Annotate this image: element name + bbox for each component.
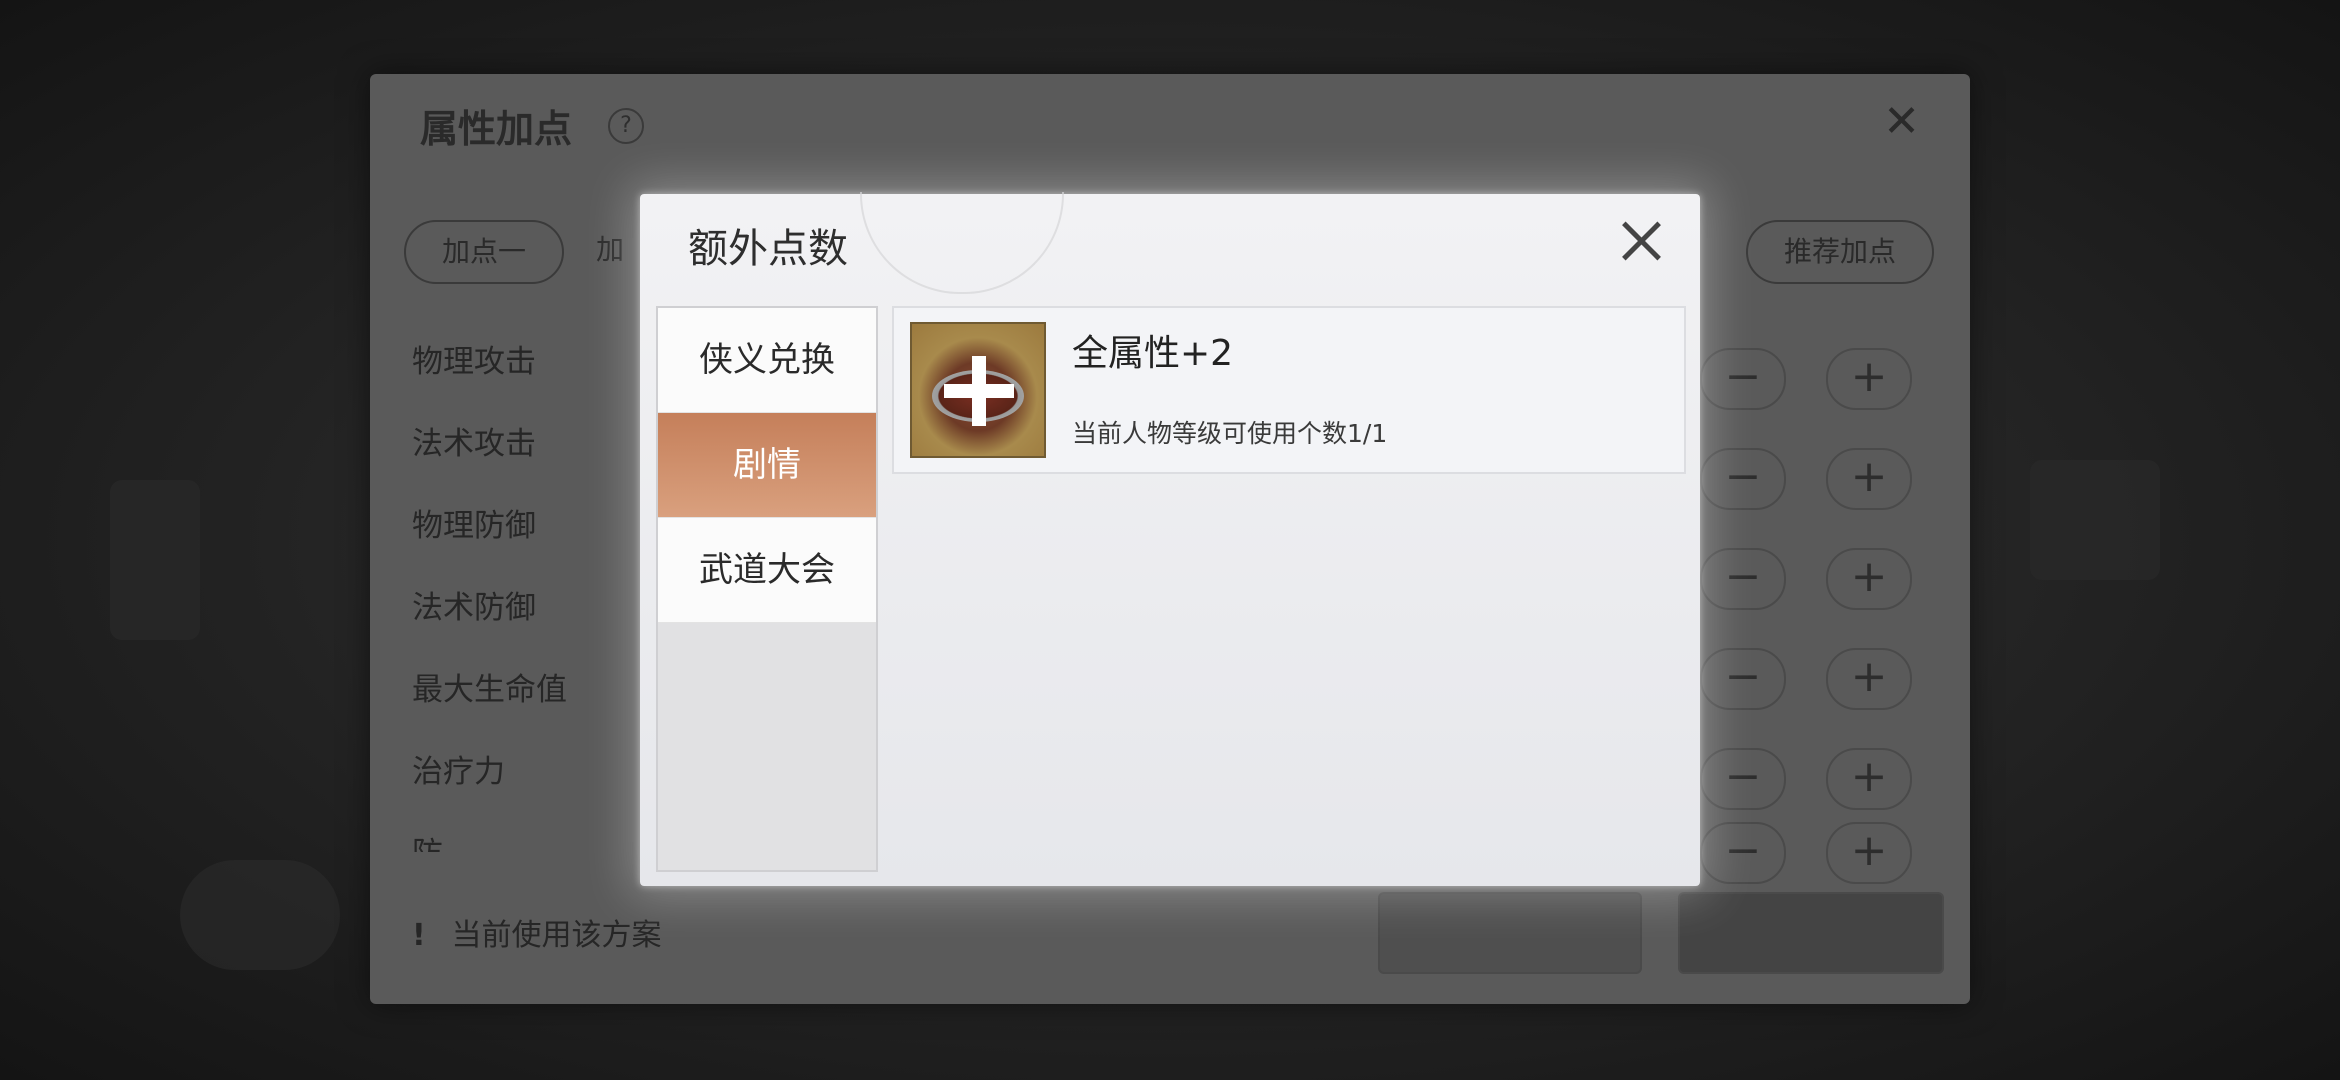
- increase-stat-button[interactable]: +: [1826, 348, 1912, 410]
- stat-label: 最大生命值: [412, 672, 567, 708]
- stat-label: 物理攻击: [412, 344, 536, 380]
- current-plan-note: ! 当前使用该方案: [412, 910, 662, 954]
- extra-points-dialog: 额外点数 侠义兑换 剧情 武道大会 全属性+2 当前人物等级可使用个数1/1: [640, 192, 1700, 886]
- plus-mark: [944, 384, 1014, 398]
- decrease-stat-button[interactable]: −: [1700, 348, 1786, 410]
- increase-stat-button[interactable]: +: [1826, 548, 1912, 610]
- close-icon[interactable]: ✕: [1883, 100, 1920, 144]
- increase-stat-button[interactable]: +: [1826, 448, 1912, 510]
- background-figure: [180, 860, 340, 970]
- recommend-points-button[interactable]: 推荐加点: [1745, 220, 1934, 284]
- tab-plan-two[interactable]: 加: [596, 220, 624, 280]
- stat-plus-food-icon: [910, 322, 1046, 458]
- background-figure: [110, 480, 200, 640]
- decrease-stat-button[interactable]: −: [1700, 448, 1786, 510]
- current-plan-text: 当前使用该方案: [451, 918, 662, 953]
- item-name: 全属性+2: [1072, 333, 1234, 374]
- fan-decoration: [860, 192, 1064, 294]
- tab-plan-one[interactable]: 加点一: [404, 220, 565, 284]
- dialog-title: 额外点数: [688, 226, 848, 272]
- info-icon: !: [412, 918, 426, 953]
- background-figure: [2030, 460, 2160, 580]
- item-list: 全属性+2 当前人物等级可使用个数1/1: [892, 306, 1686, 872]
- increase-stat-button[interactable]: +: [1826, 748, 1912, 810]
- stat-label: 法术攻击: [412, 426, 536, 462]
- tab-martial-tournament[interactable]: 武道大会: [658, 518, 876, 623]
- tab-story[interactable]: 剧情: [658, 413, 876, 518]
- reset-button[interactable]: [1378, 892, 1642, 974]
- stat-label: 物理防御: [412, 508, 536, 544]
- decrease-stat-button[interactable]: −: [1700, 822, 1786, 884]
- list-item[interactable]: 全属性+2 当前人物等级可使用个数1/1: [892, 306, 1686, 474]
- increase-stat-button[interactable]: +: [1826, 648, 1912, 710]
- decrease-stat-button[interactable]: −: [1700, 748, 1786, 810]
- category-tab-list: 侠义兑换 剧情 武道大会: [656, 306, 878, 872]
- stat-label: 防...: [412, 828, 473, 852]
- stat-label: 治疗力: [412, 754, 505, 790]
- tab-chivalry-exchange[interactable]: 侠义兑换: [658, 308, 876, 413]
- confirm-button[interactable]: [1678, 892, 1944, 974]
- stat-label: 法术防御: [412, 590, 536, 626]
- decrease-stat-button[interactable]: −: [1700, 548, 1786, 610]
- question-circle-icon[interactable]: ?: [608, 108, 644, 144]
- item-description: 当前人物等级可使用个数1/1: [1072, 419, 1388, 448]
- attribute-panel-title: 属性加点: [420, 107, 573, 151]
- close-x-icon[interactable]: [1620, 220, 1662, 262]
- decrease-stat-button[interactable]: −: [1700, 648, 1786, 710]
- increase-stat-button[interactable]: +: [1826, 822, 1912, 884]
